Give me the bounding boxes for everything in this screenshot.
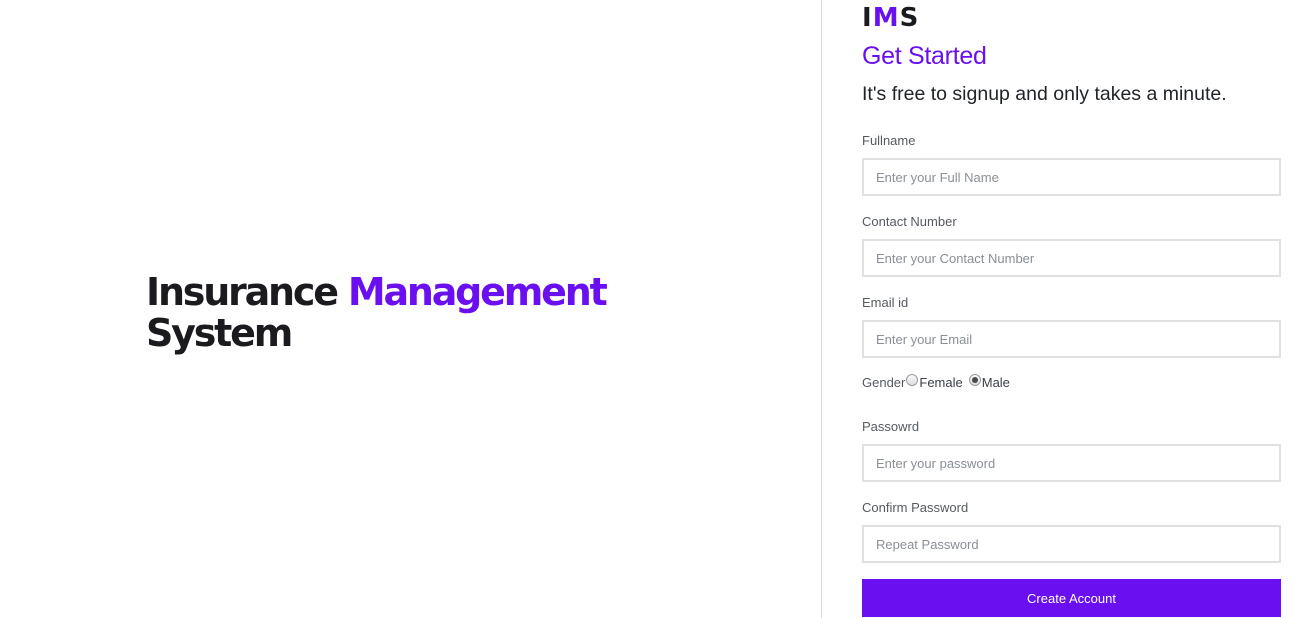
fullname-label: Fullname — [862, 133, 916, 148]
form-title: Get Started — [862, 42, 987, 70]
gender-female-label[interactable]: Female — [919, 375, 962, 390]
create-account-button[interactable]: Create Account — [862, 579, 1281, 617]
hero-panel: Insurance Management System — [0, 0, 821, 618]
hero-title-part2: System — [146, 311, 293, 355]
gender-group: Gender Female Male — [862, 374, 1010, 390]
logo: IMS — [862, 3, 919, 33]
hero-title-part1: Insurance — [146, 270, 339, 314]
confirm-password-input[interactable] — [862, 525, 1281, 563]
form-subtitle: It's free to signup and only takes a min… — [862, 83, 1227, 105]
gender-label: Gender — [862, 374, 906, 390]
password-label: Passowrd — [862, 419, 920, 434]
logo-letter-s: S — [899, 3, 920, 33]
fullname-input[interactable] — [862, 158, 1281, 196]
logo-letter-m: M — [872, 3, 900, 33]
gender-male-radio[interactable] — [968, 374, 981, 386]
gender-female-radio[interactable] — [906, 374, 919, 386]
hero-title-accent: Management — [347, 270, 608, 314]
password-input[interactable] — [862, 444, 1281, 482]
contact-number-input[interactable] — [862, 239, 1281, 277]
logo-letter-i: I — [862, 3, 873, 33]
confirm-password-label: Confirm Password — [862, 500, 969, 515]
gender-male-label[interactable]: Male — [982, 375, 1010, 390]
hero-title: Insurance Management System — [146, 270, 608, 355]
contact-number-label: Contact Number — [862, 214, 957, 229]
signup-panel: IMS Get Started It's free to signup and … — [822, 0, 1298, 618]
email-input[interactable] — [862, 320, 1281, 358]
email-label: Email id — [862, 295, 909, 310]
